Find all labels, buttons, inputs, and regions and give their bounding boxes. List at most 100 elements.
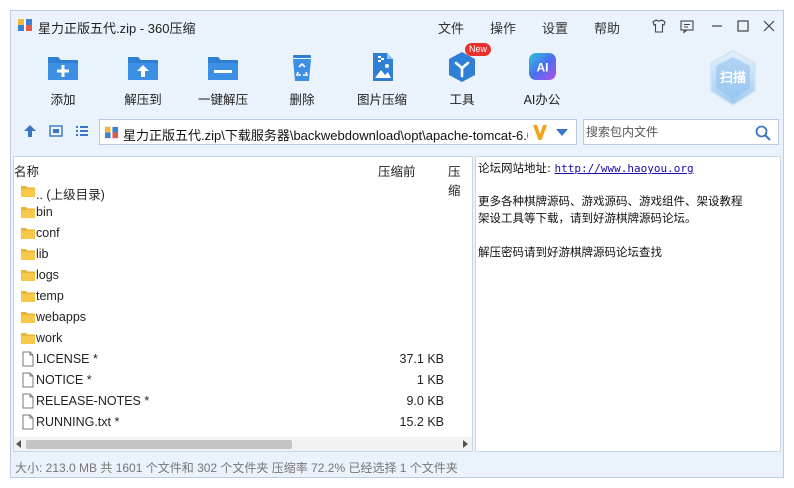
- file-size: 9.0 KB: [406, 394, 444, 408]
- add-icon: [48, 57, 78, 80]
- folder-row[interactable]: bin: [14, 202, 472, 223]
- folder-row[interactable]: .. (上级目录): [14, 181, 472, 202]
- scroll-thumb[interactable]: [26, 440, 292, 449]
- menu-operate[interactable]: 操作: [490, 18, 516, 37]
- skin-icon[interactable]: [650, 17, 668, 35]
- file-name: .. (上级目录): [36, 188, 105, 202]
- menu-settings[interactable]: 设置: [542, 18, 568, 37]
- image-compress-button[interactable]: 图片压缩: [350, 51, 414, 108]
- delete-label: 删除: [289, 93, 315, 107]
- folder-icon: [21, 312, 35, 323]
- horizontal-scrollbar[interactable]: [14, 437, 472, 451]
- file-row[interactable]: RELEASE-NOTES * 9.0 KB: [14, 391, 472, 412]
- new-badge: New: [465, 43, 492, 56]
- menu-file[interactable]: 文件: [438, 18, 464, 37]
- file-icon: [22, 393, 34, 409]
- tools-label: 工具: [449, 93, 475, 107]
- folder-icon: [21, 270, 35, 281]
- ai-office-label: AI办公: [523, 93, 561, 107]
- folder-icon: [21, 186, 35, 197]
- address-path: 星力正版五代.zip\下载服务器\backwebdownload\opt\apa…: [123, 128, 528, 143]
- comment-line-2: 更多各种棋牌源码、游戏源码、游戏组件、架设教程: [478, 194, 743, 208]
- file-name: LICENSE *: [36, 352, 98, 366]
- folder-row[interactable]: temp: [14, 286, 472, 307]
- address-bar[interactable]: 星力正版五代.zip\下载服务器\backwebdownload\opt\apa…: [99, 119, 577, 145]
- window-title: 星力正版五代.zip - 360压缩: [38, 21, 196, 36]
- column-name[interactable]: 名称: [14, 161, 39, 180]
- comment-site-label: 论坛网站地址:: [478, 161, 551, 175]
- folder-icon: [21, 333, 35, 344]
- comment-panel: 论坛网站地址: http://www.haoyou.org 更多各种棋牌源码、游…: [475, 156, 781, 452]
- ai-icon-text: AI: [537, 61, 549, 75]
- extract-to-icon: [128, 57, 158, 80]
- minimize-icon[interactable]: [708, 17, 726, 35]
- extract-to-button[interactable]: 解压到: [111, 51, 175, 108]
- title-bar: 星力正版五代.zip - 360压缩 文件 操作 设置 帮助: [11, 11, 783, 41]
- file-name: temp: [36, 289, 64, 303]
- folder-row[interactable]: lib: [14, 244, 472, 265]
- folder-row[interactable]: webapps: [14, 307, 472, 328]
- search-box[interactable]: [583, 119, 779, 145]
- folder-icon: [21, 207, 35, 218]
- file-name: conf: [36, 226, 60, 240]
- scan-shield-icon: 扫描: [710, 50, 756, 106]
- file-row[interactable]: LICENSE * 37.1 KB: [14, 349, 472, 370]
- folder-row[interactable]: logs: [14, 265, 472, 286]
- file-name: webapps: [36, 310, 87, 324]
- image-compress-icon: [373, 53, 393, 81]
- app-window: 星力正版五代.zip - 360压缩 文件 操作 设置 帮助 添加 解压到 一键…: [10, 10, 784, 478]
- recycle-bin-icon: [293, 55, 311, 81]
- file-name: logs: [36, 268, 59, 282]
- archive-logo-icon: [18, 19, 32, 31]
- tools-button[interactable]: New 工具: [430, 43, 494, 108]
- file-size: 37.1 KB: [399, 352, 444, 366]
- folder-icon: [21, 291, 35, 302]
- scroll-right-icon[interactable]: [463, 440, 468, 448]
- comment-line-4: 解压密码请到好游棋牌源码论坛查找: [478, 245, 662, 259]
- column-before[interactable]: 压缩前: [378, 161, 416, 180]
- ai-office-icon: AI: [529, 53, 556, 80]
- file-name: RELEASE-NOTES *: [36, 394, 150, 408]
- folder-row[interactable]: conf: [14, 223, 472, 244]
- verified-v-icon[interactable]: [532, 122, 548, 142]
- add-label: 添加: [50, 93, 76, 107]
- extract-to-label: 解压到: [124, 93, 162, 107]
- scan-label: 扫描: [720, 70, 746, 86]
- archive-icon: [104, 126, 119, 139]
- comment-line-1: 论坛网站地址: http://www.haoyou.org: [478, 160, 694, 176]
- thumbnail-view-icon[interactable]: [48, 123, 64, 139]
- file-size: 1 KB: [416, 373, 444, 387]
- delete-button[interactable]: 删除: [270, 51, 334, 108]
- menu-help[interactable]: 帮助: [594, 18, 620, 37]
- address-dropdown-icon[interactable]: [556, 129, 568, 136]
- scroll-left-icon[interactable]: [16, 440, 21, 448]
- image-compress-label: 图片压缩: [356, 93, 407, 107]
- file-icon: [22, 414, 34, 430]
- one-click-extract-icon: [208, 57, 238, 80]
- file-name: bin: [36, 205, 53, 219]
- file-list: 名称 压缩前 压缩 .. (上级目录) bin conf lib logs temp web…: [13, 156, 473, 452]
- maximize-icon[interactable]: [734, 17, 752, 35]
- scan-button[interactable]: 扫描: [707, 49, 759, 109]
- file-size: 15.2 KB: [399, 415, 444, 429]
- file-name: NOTICE *: [36, 373, 92, 387]
- list-view-icon[interactable]: [74, 123, 90, 139]
- comment-site-link[interactable]: http://www.haoyou.org: [555, 162, 694, 175]
- folder-icon: [21, 228, 35, 239]
- status-bar: 大小: 213.0 MB 共 1601 个文件和 302 个文件夹 压缩率 72…: [15, 461, 458, 475]
- feedback-icon[interactable]: [678, 17, 696, 35]
- comment-line-3: 架设工具等下载，请到好游棋牌源码论坛。: [478, 211, 697, 225]
- add-button[interactable]: 添加: [31, 51, 95, 108]
- folder-row[interactable]: work: [14, 328, 472, 349]
- ai-office-button[interactable]: AI AI办公: [510, 51, 574, 108]
- up-arrow-icon[interactable]: [22, 123, 38, 139]
- file-name: lib: [36, 247, 49, 261]
- one-click-extract-button[interactable]: 一键解压: [191, 51, 255, 108]
- file-row[interactable]: RUNNING.txt * 15.2 KB: [14, 412, 472, 433]
- folder-icon: [21, 249, 35, 260]
- close-icon[interactable]: [760, 17, 778, 35]
- file-icon: [22, 351, 34, 367]
- search-input[interactable]: [586, 123, 746, 141]
- search-icon[interactable]: [754, 124, 772, 142]
- file-row[interactable]: NOTICE * 1 KB: [14, 370, 472, 391]
